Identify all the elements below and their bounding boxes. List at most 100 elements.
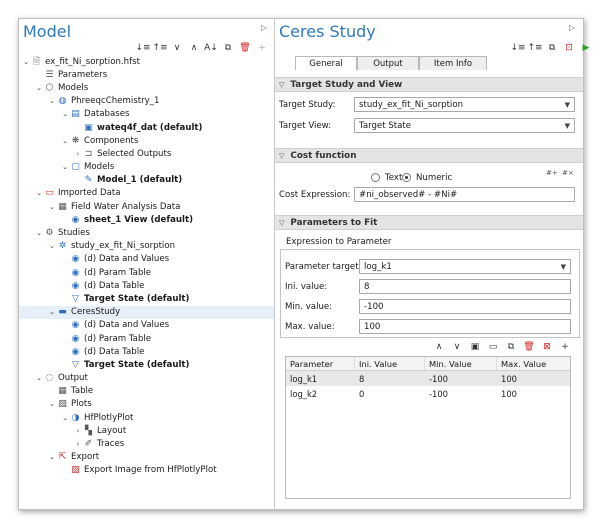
chevron-down-icon[interactable]: ⌄ bbox=[21, 58, 31, 66]
target-study-select[interactable]: study_ex_fit_Ni_sorption ▼ bbox=[354, 97, 575, 112]
stop-icon[interactable]: ⊡ bbox=[563, 42, 575, 54]
move-up-icon[interactable]: ∧ bbox=[433, 341, 445, 353]
chevron-down-icon[interactable]: ⌄ bbox=[60, 414, 70, 422]
copy-icon[interactable]: ⧉ bbox=[505, 341, 517, 353]
panel-expand-icon[interactable]: ▷ bbox=[261, 23, 267, 32]
chevron-down-icon[interactable]: ⌄ bbox=[60, 163, 70, 171]
expand-icon[interactable]: ∧ bbox=[188, 42, 200, 54]
chevron-down-icon[interactable]: ⌄ bbox=[47, 453, 57, 461]
table-row[interactable]: log_k2 0 -100 100 bbox=[286, 386, 570, 401]
tree-item[interactable]: ▨ Export Image from HfPlotlyPlot bbox=[19, 464, 274, 477]
table-cell[interactable]: 100 bbox=[497, 371, 570, 386]
radio-numeric[interactable] bbox=[402, 173, 411, 182]
table-cell[interactable]: 8 bbox=[355, 371, 425, 386]
column-header-ini-value[interactable]: Ini. Value bbox=[355, 357, 425, 370]
radio-text[interactable] bbox=[371, 173, 380, 182]
chevron-down-icon[interactable]: ⌄ bbox=[34, 189, 44, 197]
chevron-down-icon[interactable]: ⌄ bbox=[34, 229, 44, 237]
delete-icon[interactable]: 🗑 bbox=[239, 42, 251, 54]
tab-item-info[interactable]: Item Info bbox=[419, 56, 487, 70]
run-icon[interactable]: ▶ bbox=[580, 42, 592, 54]
tree-item[interactable]: ⌄ 🗎 ex_fit_Ni_sorption.hfst bbox=[19, 55, 274, 68]
tree-item[interactable]: ▣ wateq4f_dat (default) bbox=[19, 121, 274, 134]
tree-item[interactable]: ◉ (d) Param Table bbox=[19, 332, 274, 345]
table-row[interactable]: log_k1 8 -100 100 bbox=[286, 371, 570, 386]
tree-item[interactable]: ▦ Table bbox=[19, 385, 274, 398]
tree-item[interactable]: › ✐ Traces bbox=[19, 437, 274, 450]
sort-ascending-icon[interactable]: ↓≡ bbox=[135, 42, 150, 54]
tree-item[interactable]: ⌄ ◍ PhreeqcChemistry_1 bbox=[19, 95, 274, 108]
panel-collapse-icon[interactable]: ▷ bbox=[569, 23, 575, 32]
save-icon[interactable]: ▣ bbox=[469, 341, 481, 353]
tree-item[interactable]: ⌄ ◌ Output bbox=[19, 372, 274, 385]
chevron-down-icon[interactable]: ⌄ bbox=[60, 137, 70, 145]
copy-icon[interactable]: ⧉ bbox=[222, 42, 234, 54]
chevron-right-icon[interactable]: › bbox=[73, 427, 83, 435]
chevron-down-icon[interactable]: ⌄ bbox=[60, 110, 70, 118]
parameter-target-select[interactable]: log_k1 ▼ bbox=[359, 259, 571, 274]
copy-icon[interactable]: ⧉ bbox=[546, 42, 558, 54]
tree-item[interactable]: ⌄ ⚙ Studies bbox=[19, 226, 274, 239]
chevron-down-icon[interactable]: ⌄ bbox=[47, 400, 57, 408]
chevron-down-icon[interactable]: ⌄ bbox=[34, 84, 44, 92]
insert-operator-icon[interactable]: #× bbox=[562, 169, 574, 177]
target-section-header[interactable]: ▽ Target Study and View bbox=[275, 77, 583, 92]
tree-item[interactable]: ⌄ ▧ Plots bbox=[19, 398, 274, 411]
tree-item[interactable]: ⌄ ▬ CeresStudy bbox=[19, 305, 274, 319]
move-down-icon[interactable]: ∨ bbox=[451, 341, 463, 353]
tree-item[interactable]: ⌄ ▢ Models bbox=[19, 161, 274, 174]
chevron-down-icon[interactable]: ⌄ bbox=[47, 308, 57, 316]
tree-item[interactable]: ⌄ ✲ study_ex_fit_Ni_sorption bbox=[19, 240, 274, 253]
add-icon[interactable]: + bbox=[256, 42, 268, 54]
chevron-down-icon[interactable]: ⌄ bbox=[47, 203, 57, 211]
column-header-min-value[interactable]: Min. Value bbox=[425, 357, 497, 370]
table-cell[interactable]: 0 bbox=[355, 386, 425, 401]
tree-item[interactable]: ▽ Target State (default) bbox=[19, 358, 274, 371]
tree-item[interactable]: › ⊐ Selected Outputs bbox=[19, 147, 274, 160]
cost-expression-input[interactable]: #ni_observed# - #Ni# bbox=[354, 187, 575, 202]
tree-item[interactable]: ⌄ ⬡ Models bbox=[19, 81, 274, 94]
tree-item[interactable]: ⌄ ▤ Databases bbox=[19, 108, 274, 121]
delete-all-icon[interactable]: ⊠ bbox=[541, 341, 553, 353]
tree-item[interactable]: ⌄ ▦ Field Water Analysis Data bbox=[19, 200, 274, 213]
tree-item[interactable]: ⌄ ❋ Components bbox=[19, 134, 274, 147]
column-header-parameter[interactable]: Parameter bbox=[286, 357, 355, 370]
chevron-down-icon[interactable]: ⌄ bbox=[47, 97, 57, 105]
column-header-max-value[interactable]: Max. Value bbox=[497, 357, 570, 370]
insert-variable-icon[interactable]: #+ bbox=[546, 169, 558, 177]
tree-item[interactable]: ▽ Target State (default) bbox=[19, 292, 274, 305]
target-view-select[interactable]: Target State ▼ bbox=[354, 118, 575, 133]
tab-output[interactable]: Output bbox=[357, 56, 419, 70]
cost-section-header[interactable]: ▽ Cost function bbox=[275, 148, 583, 163]
table-cell[interactable]: log_k1 bbox=[286, 371, 355, 386]
add-icon[interactable]: + bbox=[559, 341, 571, 353]
sort-alpha-icon[interactable]: A↓ bbox=[204, 42, 218, 54]
ini-value-input[interactable]: 8 bbox=[359, 279, 571, 294]
tree-item[interactable]: ◉ (d) Data Table bbox=[19, 345, 274, 358]
tree-item[interactable]: ◉ (d) Param Table bbox=[19, 266, 274, 279]
tree-item[interactable]: ☰ Parameters bbox=[19, 68, 274, 81]
tree-item[interactable]: ⌄ ◑ HfPlotlyPlot bbox=[19, 411, 274, 424]
table-cell[interactable]: -100 bbox=[425, 371, 497, 386]
tree-item[interactable]: › ▚ Layout bbox=[19, 424, 274, 437]
chevron-down-icon[interactable]: ⌄ bbox=[34, 374, 44, 382]
tab-general[interactable]: General bbox=[295, 56, 357, 70]
tree-item[interactable]: ◉ sheet_1 View (default) bbox=[19, 213, 274, 226]
chevron-right-icon[interactable]: › bbox=[73, 440, 83, 448]
tree-item[interactable]: ◉ (d) Data Table bbox=[19, 279, 274, 292]
chevron-down-icon[interactable]: ⌄ bbox=[47, 242, 57, 250]
collapse-icon[interactable]: ∨ bbox=[171, 42, 183, 54]
tree-item[interactable]: ◉ (d) Data and Values bbox=[19, 253, 274, 266]
tree-item[interactable]: ✎ Model_1 (default) bbox=[19, 174, 274, 187]
tree-item[interactable]: ⌄ ▭ Imported Data bbox=[19, 187, 274, 200]
chevron-right-icon[interactable]: › bbox=[73, 150, 83, 158]
min-value-input[interactable]: -100 bbox=[359, 299, 571, 314]
sort-ascending-icon[interactable]: ↓≡ bbox=[510, 42, 525, 54]
open-folder-icon[interactable]: ▭ bbox=[487, 341, 499, 353]
max-value-input[interactable]: 100 bbox=[359, 319, 571, 334]
sort-descending-icon[interactable]: ↑≡ bbox=[527, 42, 542, 54]
delete-icon[interactable]: 🗑 bbox=[523, 341, 535, 353]
table-cell[interactable]: 100 bbox=[497, 386, 570, 401]
table-cell[interactable]: -100 bbox=[425, 386, 497, 401]
sort-descending-icon[interactable]: ↑≡ bbox=[152, 42, 167, 54]
